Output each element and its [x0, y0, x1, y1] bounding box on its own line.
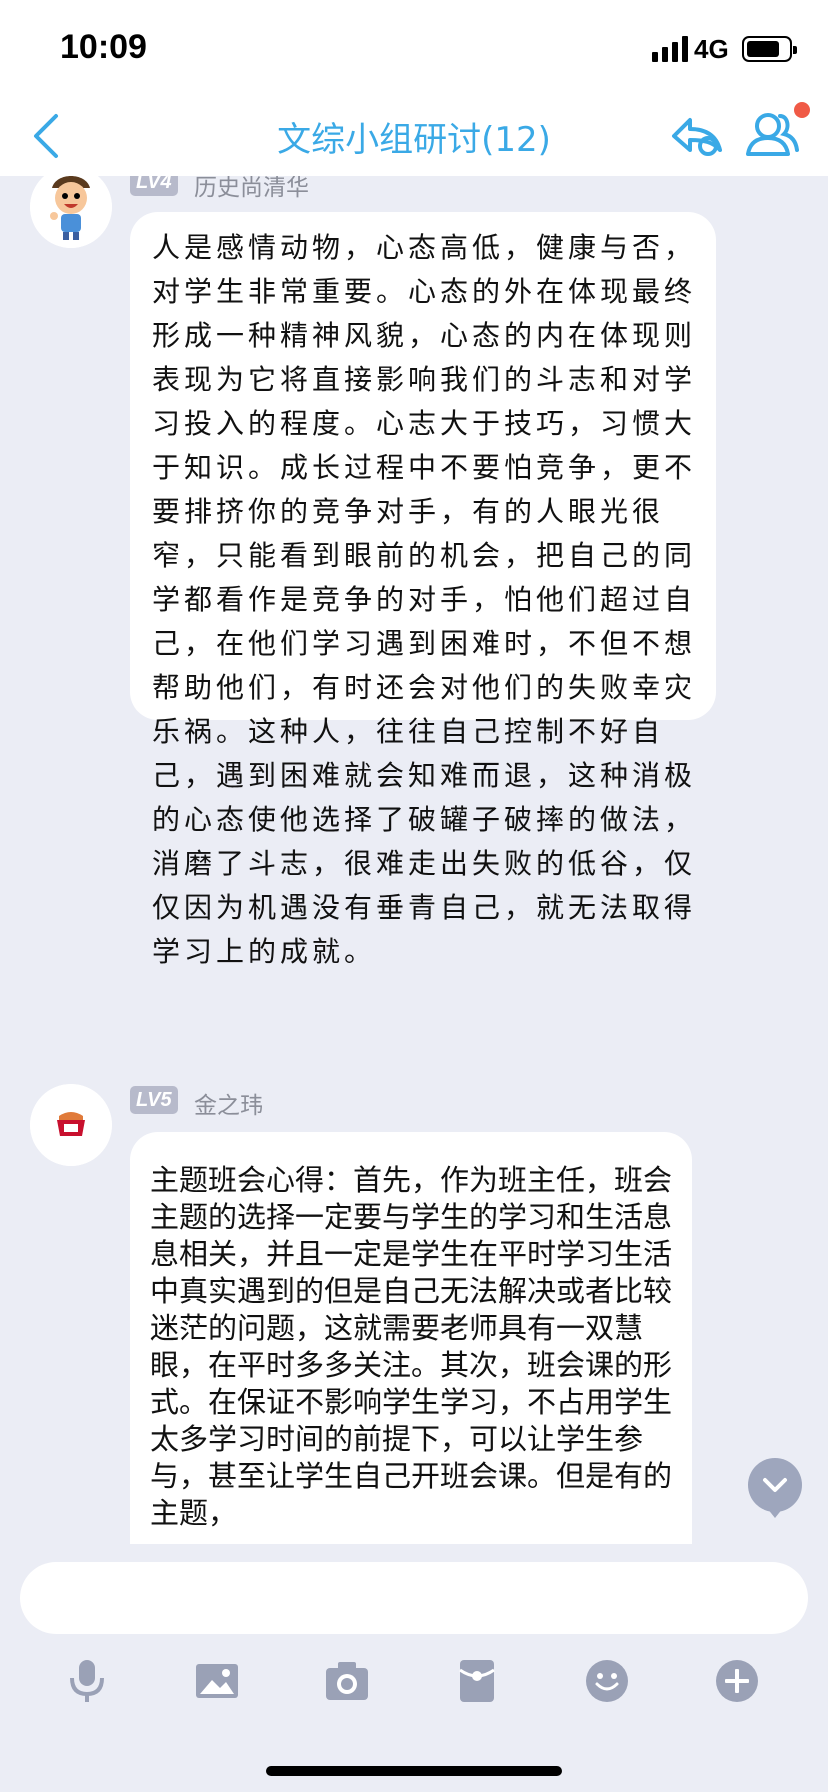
group-members-icon[interactable]: [742, 106, 802, 162]
message-text: 主题班会心得：首先，作为班主任，班会主题的选择一定要与学生的学习和生活息息相关，…: [150, 1163, 673, 1530]
status-bar: 10:09 4G: [0, 0, 828, 96]
network-type: 4G: [694, 34, 729, 64]
red-packet-icon[interactable]: [452, 1656, 502, 1706]
share-icon[interactable]: [668, 110, 724, 162]
chat-area[interactable]: LV4 历史尚清华 人是感情动物，心态高低，健康与否，对学生非常重要。心态的外在…: [0, 176, 828, 1544]
image-icon[interactable]: [192, 1656, 242, 1706]
notification-dot: [794, 102, 810, 118]
status-time: 10:09: [60, 28, 147, 66]
level-badge: LV5: [130, 1086, 178, 1114]
sender-name: 金之玮: [194, 1093, 263, 1119]
input-area: [0, 1544, 828, 1792]
message-input[interactable]: [20, 1562, 808, 1634]
microphone-icon[interactable]: [62, 1656, 112, 1706]
home-indicator: [266, 1766, 562, 1776]
avatar[interactable]: [30, 176, 112, 248]
nav-bar: 文综小组研讨(12): [0, 96, 828, 176]
chevron-down-icon: [763, 1478, 787, 1492]
avatar[interactable]: [30, 1084, 112, 1166]
battery-icon: [742, 36, 797, 62]
badge-avatar-icon: [30, 1084, 112, 1166]
camera-icon[interactable]: [322, 1656, 372, 1706]
message-bubble[interactable]: 人是感情动物，心态高低，健康与否，对学生非常重要。心态的外在体现最终形成一种精神…: [130, 212, 716, 968]
scroll-to-bottom-button[interactable]: [748, 1458, 802, 1518]
signal-icon: [652, 36, 688, 62]
emoji-icon[interactable]: [582, 1656, 632, 1706]
sender-name: 历史尚清华: [194, 176, 309, 201]
message-text: 人是感情动物，心态高低，健康与否，对学生非常重要。心态的外在体现最终形成一种精神…: [152, 231, 697, 968]
level-badge: LV4: [130, 176, 178, 196]
cartoon-avatar-icon: [30, 176, 112, 248]
add-icon[interactable]: [712, 1656, 762, 1706]
message-bubble[interactable]: 主题班会心得：首先，作为班主任，班会主题的选择一定要与学生的学习和生活息息相关，…: [130, 1132, 692, 1544]
